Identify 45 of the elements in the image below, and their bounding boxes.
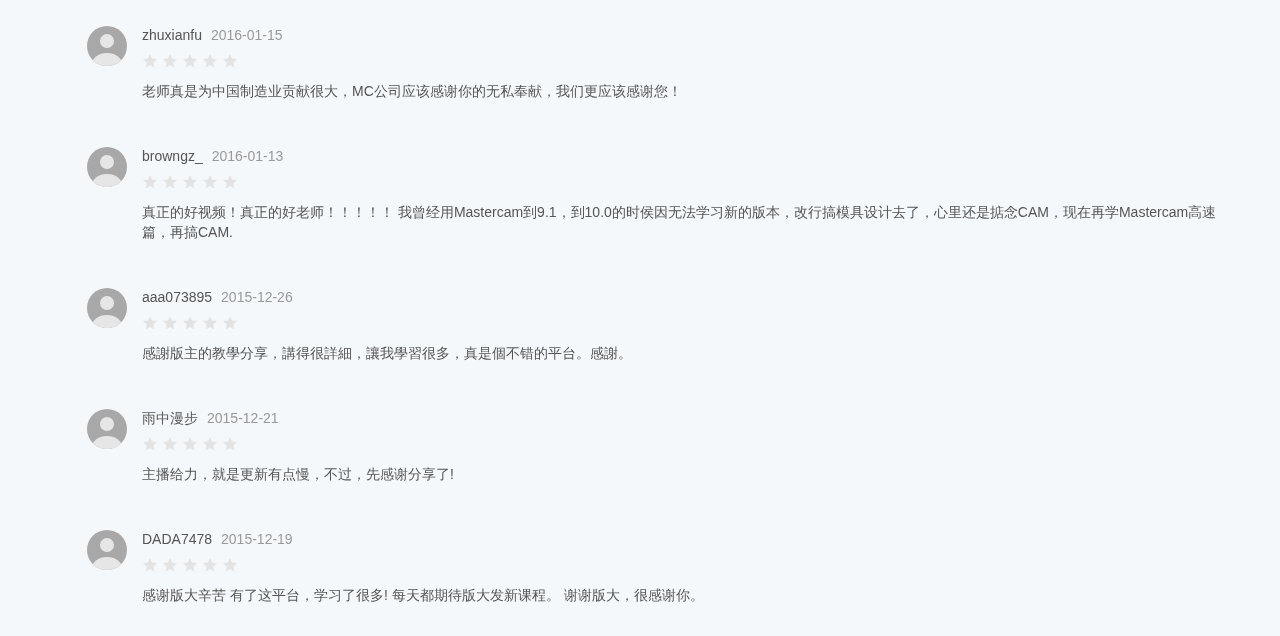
comment-date: 2015-12-21 (207, 408, 279, 428)
star-icon (162, 315, 178, 331)
username[interactable]: browngz_ (142, 145, 203, 167)
star-icon (222, 53, 238, 69)
star-icon (202, 174, 218, 190)
comment-text: 感謝版主的教學分享，講得很詳細，讓我學習很多，真是個不错的平台。感謝。 (142, 344, 633, 363)
avatar-icon (87, 530, 127, 570)
comment-date: 2016-01-13 (211, 146, 284, 166)
star-icon (202, 315, 218, 331)
comment-date: 2015-12-19 (221, 529, 293, 549)
avatar-icon (87, 288, 127, 328)
star-icon (222, 557, 238, 573)
star-icon (142, 557, 158, 573)
star-icon (142, 174, 158, 190)
username[interactable]: 雨中漫步 (142, 407, 198, 429)
star-icon (162, 53, 178, 69)
star-icon (162, 557, 178, 573)
star-icon (222, 174, 238, 190)
star-icon (222, 436, 238, 452)
star-icon (162, 174, 178, 190)
star-icon (142, 53, 158, 69)
star-icon (222, 315, 238, 331)
star-icon (202, 53, 218, 69)
username[interactable]: DADA7478 (142, 528, 213, 550)
star-icon (202, 436, 218, 452)
star-icon (202, 557, 218, 573)
comment-date: 2016-01-15 (210, 25, 283, 45)
comment-date: 2015-12-26 (221, 287, 293, 307)
comment-text: 感谢版大辛苦 有了这平台，学习了很多! 每天都期待版大发新课程。 谢谢版大，很感谢你。 (142, 586, 705, 605)
star-icon (182, 436, 198, 452)
username[interactable]: aaa073895 (142, 286, 213, 308)
star-icon (182, 174, 198, 190)
comment-text: 真正的好视频！真正的好老师！！！！！ 我曾经用Mastercam到9.1，到10.0的时侯因无法学习新的版本，改行搞模具设计去了，心里还是掂念CAM，现在再学Mastercam高速篇，再搞CAM. (142, 203, 1218, 242)
avatar-icon (87, 409, 127, 449)
star-icon (182, 53, 198, 69)
avatar-icon (87, 26, 127, 66)
username[interactable]: zhuxianfu (142, 24, 202, 46)
star-icon (142, 436, 158, 452)
star-icon (182, 557, 198, 573)
star-icon (142, 315, 158, 331)
comment-text: 主播给力，就是更新有点慢，不过，先感谢分享了! (142, 465, 455, 484)
comment-text: 老师真是为中国制造业贡献很大，MC公司应该感谢你的无私奉献，我们更应该感谢您！ (142, 82, 683, 101)
star-icon (182, 315, 198, 331)
avatar-icon (87, 147, 127, 187)
star-icon (162, 436, 178, 452)
